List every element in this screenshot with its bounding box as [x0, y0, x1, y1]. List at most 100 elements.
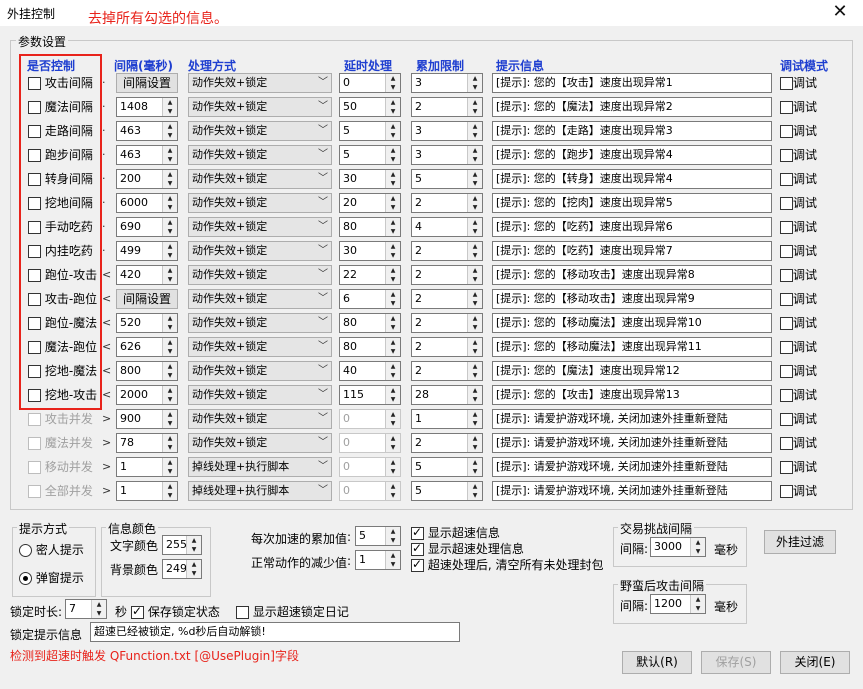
spinner-arrows-icon[interactable]: ▲ ▼ [467, 170, 482, 188]
method-select[interactable]: 动作失效+锁定 ﹀ [188, 289, 332, 309]
decrease-value-spinner[interactable]: 1 ▲ ▼ [355, 550, 401, 570]
expand-arrow-icon[interactable]: · [102, 120, 106, 142]
debug-option[interactable]: 调试 [780, 168, 817, 190]
tip-input[interactable]: [提示]: 您的【挖肉】速度出现异常5 [492, 193, 772, 213]
checkbox[interactable] [28, 437, 41, 450]
method-select[interactable]: 动作失效+锁定 ﹀ [188, 121, 332, 141]
delay-spinner[interactable]: 5 ▲ ▼ [339, 145, 401, 165]
option-clear-packets[interactable]: 超速处理后, 清空所有未处理封包 [411, 556, 603, 573]
expand-arrow-icon[interactable]: · [102, 168, 106, 190]
spinner-arrows-icon[interactable]: ▲ ▼ [385, 290, 400, 308]
bg-color-spinner[interactable]: 249 ▲ ▼ [162, 559, 202, 579]
default-button[interactable]: 默认(R) [622, 651, 692, 674]
expand-arrow-icon[interactable]: · [102, 192, 106, 214]
tip-input[interactable]: [提示]: 请爱护游戏环境, 关闭加速外挂重新登陆 [492, 409, 772, 429]
save-lock-state-option[interactable]: 保存锁定状态 [131, 603, 220, 620]
interval-spinner[interactable]: 463 ▲ ▼ [116, 145, 178, 165]
debug-option[interactable]: 调试 [780, 264, 817, 286]
tip-input[interactable]: [提示]: 您的【攻击】速度出现异常13 [492, 385, 772, 405]
delay-spinner[interactable]: 5 ▲ ▼ [339, 121, 401, 141]
checkbox[interactable] [780, 437, 793, 450]
expand-arrow-icon[interactable]: < [102, 336, 111, 358]
spinner-arrows-icon[interactable]: ▲ ▼ [162, 362, 177, 380]
radio-button[interactable] [19, 572, 32, 585]
interval-spinner[interactable]: 690 ▲ ▼ [116, 217, 178, 237]
interval-spinner[interactable]: 499 ▲ ▼ [116, 241, 178, 261]
spinner-arrows-icon[interactable]: ▲ ▼ [162, 170, 177, 188]
spinner-arrows-icon[interactable]: ▲ ▼ [385, 410, 400, 428]
spinner-arrows-icon[interactable]: ▲ ▼ [467, 314, 482, 332]
debug-option[interactable]: 调试 [780, 216, 817, 238]
debug-option[interactable]: 调试 [780, 192, 817, 214]
checkbox[interactable] [780, 125, 793, 138]
checkbox[interactable] [780, 221, 793, 234]
debug-option[interactable]: 调试 [780, 336, 817, 358]
interval-spinner[interactable]: 2000 ▲ ▼ [116, 385, 178, 405]
method-select[interactable]: 动作失效+锁定 ﹀ [188, 313, 332, 333]
spinner-arrows-icon[interactable]: ▲ ▼ [385, 551, 400, 569]
checkbox[interactable] [780, 293, 793, 306]
close-window-button[interactable]: ✕ [817, 0, 863, 26]
method-select[interactable]: 动作失效+锁定 ﹀ [188, 97, 332, 117]
checkbox[interactable] [780, 197, 793, 210]
debug-option[interactable]: 调试 [780, 120, 817, 142]
spinner-arrows-icon[interactable]: ▲ ▼ [385, 98, 400, 116]
checkbox[interactable] [780, 341, 793, 354]
spinner-arrows-icon[interactable]: ▲ ▼ [467, 218, 482, 236]
checkbox[interactable] [780, 485, 793, 498]
lock-tip-input[interactable]: 超速已经被锁定, %d秒后自动解锁! [90, 622, 460, 642]
expand-arrow-icon[interactable]: < [102, 360, 111, 382]
delay-spinner[interactable]: 20 ▲ ▼ [339, 193, 401, 213]
spinner-arrows-icon[interactable]: ▲ ▼ [385, 314, 400, 332]
delay-spinner[interactable]: 22 ▲ ▼ [339, 265, 401, 285]
interval-spinner[interactable]: 420 ▲ ▼ [116, 265, 178, 285]
spinner-arrows-icon[interactable]: ▲ ▼ [467, 74, 482, 92]
expand-arrow-icon[interactable]: > [102, 408, 111, 430]
interval-spinner[interactable]: 78 ▲ ▼ [116, 433, 178, 453]
checkbox[interactable] [780, 365, 793, 378]
tip-input[interactable]: [提示]: 您的【吃药】速度出现异常7 [492, 241, 772, 261]
checkbox[interactable] [780, 413, 793, 426]
text-color-spinner[interactable]: 255 ▲ ▼ [162, 535, 202, 555]
radio-private-msg[interactable]: 密人提示 [19, 541, 84, 558]
spinner-arrows-icon[interactable]: ▲ ▼ [162, 98, 177, 116]
checkbox[interactable] [780, 317, 793, 330]
spinner-arrows-icon[interactable]: ▲ ▼ [162, 458, 177, 476]
delay-spinner[interactable]: 0 ▲ ▼ [339, 433, 401, 453]
accum-spinner[interactable]: 2 ▲ ▼ [411, 241, 483, 261]
spinner-arrows-icon[interactable]: ▲ ▼ [690, 595, 705, 613]
after-attack-spinner[interactable]: 1200 ▲ ▼ [650, 594, 706, 614]
checkbox[interactable] [131, 604, 144, 619]
spinner-arrows-icon[interactable]: ▲ ▼ [385, 482, 400, 500]
spinner-arrows-icon[interactable]: ▲ ▼ [385, 242, 400, 260]
delay-spinner[interactable]: 50 ▲ ▼ [339, 97, 401, 117]
spinner-arrows-icon[interactable]: ▲ ▼ [186, 536, 201, 554]
interval-settings-button[interactable]: 间隔设置 [116, 289, 178, 309]
checkbox[interactable] [780, 149, 793, 162]
tip-input[interactable]: [提示]: 请爱护游戏环境, 关闭加速外挂重新登陆 [492, 433, 772, 453]
delay-spinner[interactable]: 0 ▲ ▼ [339, 457, 401, 477]
accum-spinner[interactable]: 5 ▲ ▼ [411, 481, 483, 501]
interval-spinner[interactable]: 520 ▲ ▼ [116, 313, 178, 333]
debug-option[interactable]: 调试 [780, 408, 817, 430]
method-select[interactable]: 动作失效+锁定 ﹀ [188, 73, 332, 93]
spinner-arrows-icon[interactable]: ▲ ▼ [385, 146, 400, 164]
checkbox[interactable] [28, 413, 41, 426]
debug-option[interactable]: 调试 [780, 72, 817, 94]
method-select[interactable]: 动作失效+锁定 ﹀ [188, 193, 332, 213]
spinner-arrows-icon[interactable]: ▲ ▼ [385, 218, 400, 236]
spinner-arrows-icon[interactable]: ▲ ▼ [467, 362, 482, 380]
tip-input[interactable]: [提示]: 您的【转身】速度出现异常4 [492, 169, 772, 189]
accum-spinner[interactable]: 2 ▲ ▼ [411, 265, 483, 285]
interval-spinner[interactable]: 800 ▲ ▼ [116, 361, 178, 381]
spinner-arrows-icon[interactable]: ▲ ▼ [467, 122, 482, 140]
delay-spinner[interactable]: 0 ▲ ▼ [339, 409, 401, 429]
expand-arrow-icon[interactable]: · [102, 96, 106, 118]
delay-spinner[interactable]: 0 ▲ ▼ [339, 73, 401, 93]
debug-option[interactable]: 调试 [780, 96, 817, 118]
trade-interval-spinner[interactable]: 3000 ▲ ▼ [650, 537, 706, 557]
spinner-arrows-icon[interactable]: ▲ ▼ [385, 194, 400, 212]
expand-arrow-icon[interactable]: · [102, 144, 106, 166]
checkbox[interactable] [780, 77, 793, 90]
spinner-arrows-icon[interactable]: ▲ ▼ [385, 362, 400, 380]
